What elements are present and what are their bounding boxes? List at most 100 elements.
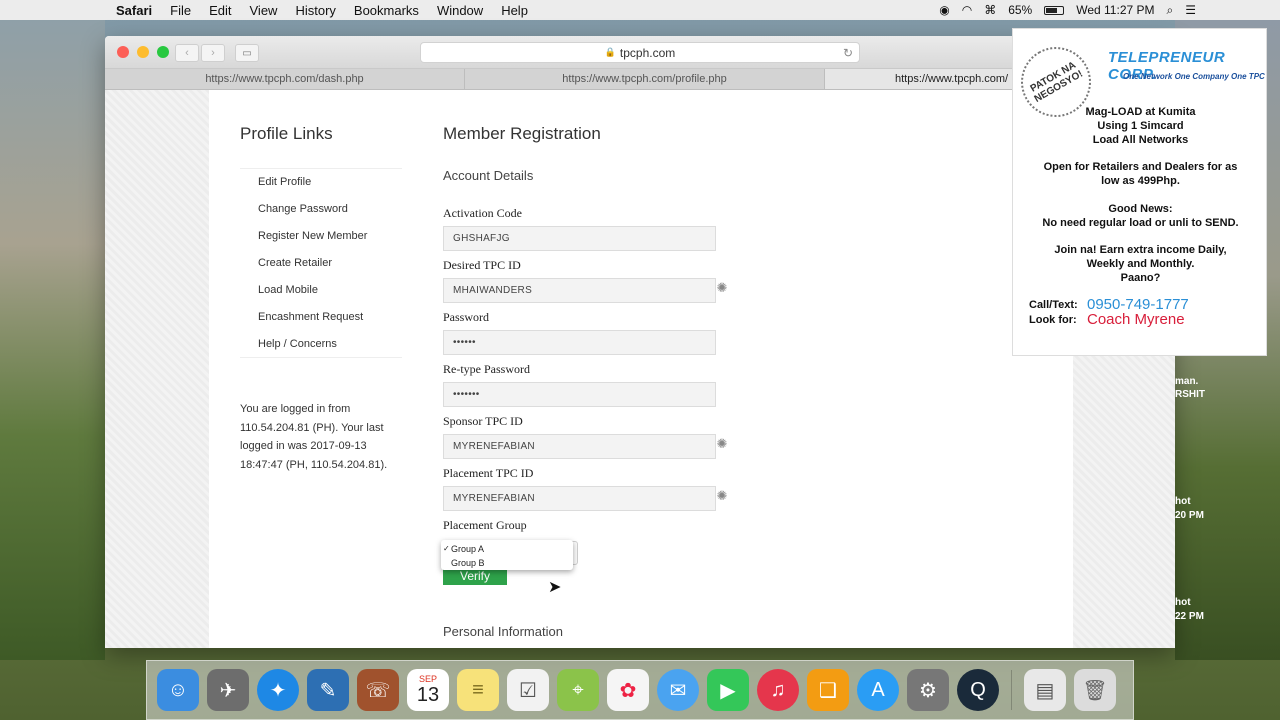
- menubar: Safari File Edit View History Bookmarks …: [0, 0, 1280, 20]
- account-details-heading: Account Details: [443, 168, 534, 183]
- finder-icon[interactable]: ☺: [157, 669, 199, 711]
- record-icon[interactable]: ◉: [939, 3, 949, 17]
- tab-dash[interactable]: https://www.tpcph.com/dash.php: [105, 69, 465, 89]
- advertisement-overlay: PATOK NA NEGOSYO! TELEPRENEUR CORP. One …: [1012, 28, 1267, 356]
- menu-window[interactable]: Window: [437, 3, 483, 18]
- address-bar[interactable]: 🔒 tpcph.com ↻: [420, 42, 860, 63]
- desktop-file-label[interactable]: hot: [1175, 597, 1191, 608]
- menubar-clock[interactable]: Wed 11:27 PM: [1076, 3, 1154, 17]
- password-input[interactable]: ••••••: [443, 330, 716, 355]
- zoom-window-button[interactable]: [157, 46, 169, 58]
- ad-line: Weekly and Monthly.: [1086, 258, 1195, 270]
- loading-spinner-icon: ✺: [716, 280, 728, 295]
- menubar-status-area: ◉ ◠ ⌘ 65% Wed 11:27 PM ⌕ ☰: [939, 0, 1280, 20]
- sidebar-link-create-retailer[interactable]: Create Retailer: [240, 250, 402, 277]
- profile-links-list: Edit Profile Change Password Register Ne…: [240, 168, 402, 358]
- lock-icon: 🔒: [604, 47, 616, 57]
- reminders-icon[interactable]: ☑: [507, 669, 549, 711]
- dropdown-option-group-b[interactable]: Group B: [441, 556, 573, 570]
- photos-icon[interactable]: ✿: [607, 669, 649, 711]
- facetime-icon[interactable]: ▶: [707, 669, 749, 711]
- back-arrow-icon[interactable]: ‹: [175, 44, 199, 62]
- ad-line: Paano?: [1120, 272, 1161, 284]
- downloads-folder-icon[interactable]: ▤: [1024, 669, 1066, 711]
- sidebar-link-register-new-member[interactable]: Register New Member: [240, 223, 402, 250]
- mouse-cursor-icon: ➤: [548, 579, 562, 596]
- ad-look-label: Look for:: [1029, 314, 1077, 326]
- dock: ☺ ✈ ✦ ✎ ☏ SEP 13 ≡ ☑ ⌖ ✿ ✉ ▶ ♫ ❑ A ⚙ Q ▤…: [146, 660, 1134, 720]
- minimize-window-button[interactable]: [137, 46, 149, 58]
- notes-icon[interactable]: ≡: [457, 669, 499, 711]
- tpc-id-input[interactable]: MHAIWANDERS: [443, 278, 716, 303]
- system-preferences-icon[interactable]: ⚙: [907, 669, 949, 711]
- sidebar-link-load-mobile[interactable]: Load Mobile: [240, 277, 402, 304]
- personal-information-heading: Personal Information: [443, 624, 563, 639]
- itunes-icon[interactable]: ♫: [757, 669, 799, 711]
- safari-icon[interactable]: ✦: [257, 669, 299, 711]
- loading-spinner-icon: ✺: [716, 488, 728, 503]
- menu-file[interactable]: File: [170, 3, 191, 18]
- maps-icon[interactable]: ⌖: [557, 669, 599, 711]
- battery-percent[interactable]: 65%: [1008, 3, 1032, 17]
- spotlight-icon[interactable]: ⌕: [1167, 3, 1174, 18]
- sidebar-link-change-password[interactable]: Change Password: [240, 196, 402, 223]
- battery-icon[interactable]: [1044, 5, 1065, 15]
- sidebar-link-edit-profile[interactable]: Edit Profile: [240, 169, 402, 196]
- close-window-button[interactable]: [117, 46, 129, 58]
- retype-password-label: Re-type Password: [443, 362, 530, 376]
- desktop-file-label[interactable]: man.: [1175, 376, 1198, 387]
- trash-icon[interactable]: 🗑: [1074, 669, 1116, 711]
- menu-view[interactable]: View: [250, 3, 278, 18]
- sponsor-id-label: Sponsor TPC ID: [443, 414, 523, 428]
- notification-center-icon[interactable]: ☰: [1185, 3, 1196, 17]
- placement-group-dropdown: ✓ Group A Group B: [441, 540, 573, 570]
- tpc-id-label: Desired TPC ID: [443, 258, 521, 272]
- forward-arrow-icon[interactable]: ›: [201, 44, 225, 62]
- messages-icon[interactable]: ✉: [657, 669, 699, 711]
- menu-edit[interactable]: Edit: [209, 3, 231, 18]
- sponsor-id-input[interactable]: MYRENEFABIAN: [443, 434, 716, 459]
- ad-line: Using 1 Simcard: [1097, 120, 1184, 132]
- reload-icon[interactable]: ↻: [843, 46, 853, 60]
- menu-history[interactable]: History: [295, 3, 335, 18]
- quicktime-icon[interactable]: Q: [957, 669, 999, 711]
- preview-icon[interactable]: ✎: [307, 669, 349, 711]
- activation-code-input[interactable]: GHSHAFJG: [443, 226, 716, 251]
- calendar-month: SEP: [418, 674, 437, 684]
- menu-app-safari[interactable]: Safari: [116, 3, 152, 18]
- keyboard-icon[interactable]: ⌘: [984, 3, 996, 17]
- menu-help[interactable]: Help: [501, 3, 528, 18]
- sidebar-toggle-icon[interactable]: ▭: [235, 44, 259, 62]
- address-text: tpcph.com: [619, 45, 676, 60]
- login-info-text: You are logged in from 110.54.204.81 (PH…: [240, 403, 388, 471]
- ad-line: Open for Retailers and Dealers for as: [1043, 161, 1238, 173]
- retype-password-input[interactable]: •••••••: [443, 382, 716, 407]
- dropdown-option-label: Group A: [451, 544, 485, 554]
- menu-bookmarks[interactable]: Bookmarks: [354, 3, 419, 18]
- desktop-file-label[interactable]: 22 PM: [1175, 611, 1204, 622]
- desktop-file-label[interactable]: hot: [1175, 496, 1191, 507]
- ad-line: No need regular load or unli to SEND.: [1042, 217, 1239, 229]
- desktop-file-label[interactable]: 20 PM: [1175, 510, 1204, 521]
- contacts-icon[interactable]: ☏: [357, 669, 399, 711]
- sidebar-link-encashment-request[interactable]: Encashment Request: [240, 304, 402, 331]
- wifi-icon[interactable]: ◠: [962, 3, 972, 17]
- launchpad-icon[interactable]: ✈: [207, 669, 249, 711]
- checkmark-icon: ✓: [443, 544, 450, 553]
- desktop-file-label[interactable]: RSHIT: [1175, 389, 1205, 400]
- ad-tagline: One Network One Company One TPC: [1123, 72, 1265, 81]
- dropdown-option-group-a[interactable]: ✓ Group A: [441, 542, 573, 556]
- ad-line: Mag-LOAD at Kumita: [1085, 106, 1196, 118]
- calendar-icon[interactable]: SEP 13: [407, 669, 449, 711]
- tab-profile[interactable]: https://www.tpcph.com/profile.php: [465, 69, 825, 89]
- placement-group-label: Placement Group: [443, 518, 527, 532]
- calendar-day: 13: [416, 684, 440, 706]
- placement-id-input[interactable]: MYRENEFABIAN: [443, 486, 716, 511]
- ibooks-icon[interactable]: ❑: [807, 669, 849, 711]
- sidebar-link-help-concerns[interactable]: Help / Concerns: [240, 331, 402, 358]
- dropdown-option-label: Group B: [451, 558, 485, 568]
- password-label: Password: [443, 310, 490, 324]
- ad-line: Load All Networks: [1092, 134, 1189, 146]
- loading-spinner-icon: ✺: [716, 436, 728, 451]
- app-store-icon[interactable]: A: [857, 669, 899, 711]
